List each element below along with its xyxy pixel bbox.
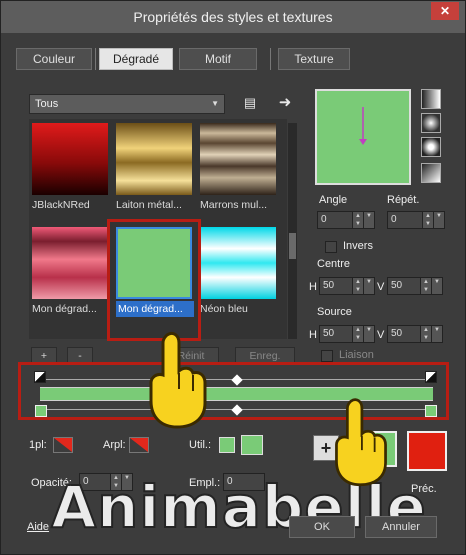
- help-link[interactable]: Aide: [27, 521, 49, 533]
- gradient-swatch: [200, 123, 276, 195]
- source-h-value: 50: [323, 328, 335, 339]
- angle-spinbox[interactable]: 0 ▲ ▼ ▼: [317, 211, 375, 229]
- color-stop-marker-right[interactable]: [425, 405, 437, 417]
- window-title: Propriétés des styles et textures: [133, 9, 333, 25]
- fpl-label: 1pl:: [29, 439, 47, 451]
- chevron-down-icon: ▼: [211, 99, 219, 108]
- tab-motif[interactable]: Motif: [179, 48, 257, 70]
- rectangular-style-button[interactable]: [421, 113, 441, 133]
- gradient-item[interactable]: JBlackNRed: [29, 119, 111, 217]
- chevron-down-icon[interactable]: ▼: [363, 278, 374, 294]
- gradient-item[interactable]: Mon dégrad...: [29, 223, 111, 321]
- scrollbar-thumb[interactable]: [289, 233, 296, 259]
- center-v-spinbox[interactable]: 50 ▲ ▼ ▼: [387, 277, 443, 295]
- opacity-stop-marker-right[interactable]: [425, 371, 437, 383]
- repeat-value: 0: [391, 214, 397, 225]
- spin-arrows-icon[interactable]: ▲ ▼: [422, 212, 433, 228]
- pointing-hand-icon: [149, 331, 207, 429]
- spin-arrows-icon[interactable]: ▲ ▼: [352, 326, 363, 342]
- source-v-label: V: [377, 329, 385, 341]
- linear-style-button[interactable]: [421, 89, 441, 109]
- gradient-label: Laiton métal...: [116, 199, 182, 211]
- source-h-spinbox[interactable]: 50 ▲ ▼ ▼: [319, 325, 375, 343]
- gradient-item[interactable]: Marrons mul...: [197, 119, 279, 217]
- spin-arrows-icon[interactable]: ▲ ▼: [352, 212, 363, 228]
- cancel-button[interactable]: Annuler: [365, 516, 437, 538]
- gradient-swatch: [32, 123, 108, 195]
- tab-separator: [95, 48, 96, 70]
- chevron-down-icon[interactable]: ▼: [363, 326, 374, 342]
- chevron-down-icon[interactable]: ▼: [433, 212, 444, 228]
- list-view-icon[interactable]: ▤: [241, 95, 259, 111]
- invert-label: Invers: [343, 240, 373, 252]
- center-h-spinbox[interactable]: 50 ▲ ▼ ▼: [319, 277, 375, 295]
- sunburst-style-button[interactable]: [421, 163, 441, 183]
- background-stop-button[interactable]: [129, 437, 149, 453]
- ok-button[interactable]: OK: [289, 516, 355, 538]
- center-v-label: V: [377, 281, 385, 293]
- opacity-stop-marker-left[interactable]: [34, 371, 46, 383]
- tab-texture[interactable]: Texture: [278, 48, 350, 70]
- pointing-hand-icon: [335, 398, 387, 487]
- center-h-label: H: [309, 281, 317, 293]
- gradient-item[interactable]: Néon bleu: [197, 223, 279, 321]
- invert-checkbox[interactable]: [325, 241, 337, 253]
- arpl-label: Arpl:: [103, 439, 126, 451]
- center-label: Centre: [317, 258, 351, 270]
- gradient-label: Mon dégrad...: [32, 303, 97, 315]
- gradient-label: Néon bleu: [200, 303, 248, 315]
- color-stop-marker-left[interactable]: [35, 405, 47, 417]
- selection-highlight-frame: [107, 219, 201, 341]
- angle-label: Angle: [319, 194, 348, 206]
- category-dropdown[interactable]: Tous ▼: [29, 94, 225, 114]
- gradient-swatch: [200, 227, 276, 299]
- user-color-swatch[interactable]: [219, 437, 235, 453]
- center-v-value: 50: [391, 280, 403, 291]
- category-selected-value: Tous: [35, 98, 59, 110]
- source-v-spinbox[interactable]: 50 ▲ ▼ ▼: [387, 325, 443, 343]
- repeat-label: Répét.: [387, 194, 420, 206]
- source-v-value: 50: [391, 328, 403, 339]
- gradient-preview[interactable]: [315, 89, 411, 185]
- center-h-value: 50: [323, 280, 335, 291]
- previous-color-swatch[interactable]: [407, 431, 447, 471]
- foreground-stop-button[interactable]: [53, 437, 73, 453]
- util-label: Util.:: [189, 439, 211, 451]
- direction-arrow-icon: [359, 107, 367, 145]
- radial-style-button[interactable]: [421, 137, 441, 157]
- source-label: Source: [317, 306, 352, 318]
- arrow-right-icon[interactable]: ➜: [275, 93, 295, 111]
- angle-value: 0: [321, 214, 327, 225]
- repeat-spinbox[interactable]: 0 ▲ ▼ ▼: [387, 211, 445, 229]
- gradient-list-scrollbar[interactable]: [288, 123, 297, 339]
- tab-separator: [270, 48, 271, 70]
- chevron-down-icon[interactable]: ▼: [431, 326, 442, 342]
- close-button[interactable]: ✕: [431, 2, 459, 20]
- gradient-swatch: [32, 227, 108, 299]
- chevron-down-icon[interactable]: ▼: [431, 278, 442, 294]
- spin-arrows-icon[interactable]: ▲ ▼: [420, 326, 431, 342]
- gradient-properties-dialog: Propriétés des styles et textures ✕ Coul…: [0, 0, 466, 555]
- gradient-item[interactable]: Laiton métal...: [113, 119, 195, 217]
- link-label: Liaison: [339, 349, 374, 361]
- tab-couleur[interactable]: Couleur: [16, 48, 92, 70]
- link-checkbox[interactable]: [321, 350, 333, 362]
- stop-color-swatch[interactable]: [241, 435, 263, 455]
- gradient-swatch: [116, 123, 192, 195]
- spin-arrows-icon[interactable]: ▲ ▼: [352, 278, 363, 294]
- spin-arrows-icon[interactable]: ▲ ▼: [420, 278, 431, 294]
- tab-degrade[interactable]: Dégradé: [99, 48, 173, 70]
- source-h-label: H: [309, 329, 317, 341]
- gradient-label: Marrons mul...: [200, 199, 268, 211]
- gradient-label: JBlackNRed: [32, 199, 90, 211]
- chevron-down-icon[interactable]: ▼: [363, 212, 374, 228]
- title-bar: Propriétés des styles et textures ✕: [1, 1, 465, 33]
